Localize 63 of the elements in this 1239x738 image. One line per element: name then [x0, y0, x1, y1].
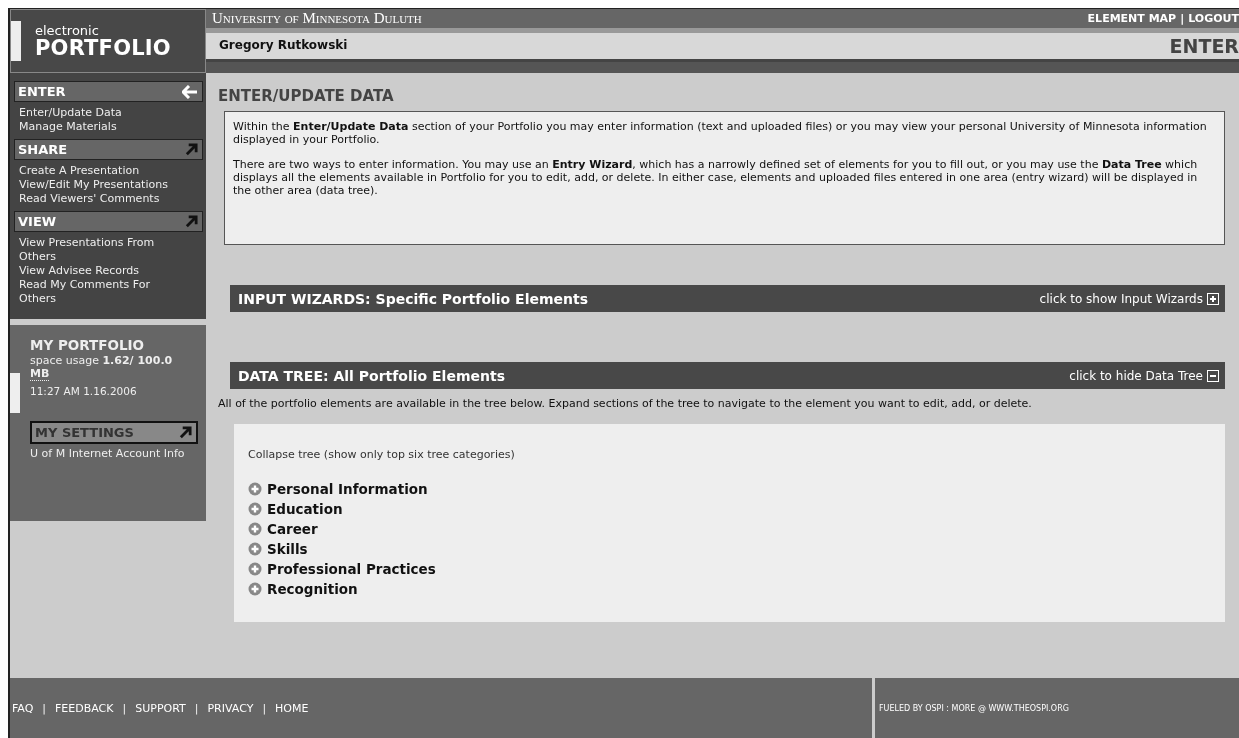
section-title: INPUT WIZARDS: Specific Portfolio Elements: [238, 290, 589, 307]
plus-circle-icon[interactable]: [248, 482, 262, 496]
menu-link[interactable]: Create A Presentation: [19, 164, 187, 178]
link-separator: |: [1180, 12, 1185, 25]
diagonal-arrow-icon: [185, 215, 198, 228]
plus-circle-icon[interactable]: [248, 522, 262, 536]
plus-circle-icon[interactable]: [248, 582, 262, 596]
tree-description: All of the portfolio elements are available in the tree below. Expand sections of the tree to navigate to the element you want to edit, add, or delete.: [218, 397, 1033, 410]
header-link[interactable]: ELEMENT MAP: [1087, 12, 1177, 25]
university-name: University of Minnesota Duluth: [212, 10, 422, 27]
intro-paragraph: There are two ways to enter information. You may use an Entry Wizard, which has a narrowly defined set of elements for you to fill out, or you may use the Data Tree which displays all the elements available in Portfolio for you to edit, add, or delete. In either case, elements and uploaded files entered in one area (entry wizard) will be displayed in the other area (data tree).: [233, 158, 1199, 197]
settings-header[interactable]: MY SETTINGS: [30, 421, 198, 444]
footer-link[interactable]: FEEDBACK: [55, 701, 114, 715]
section-title: DATA TREE: All Portfolio Elements: [238, 367, 505, 384]
logo-subtitle: electronic: [35, 23, 100, 37]
timestamp: 11:27 AM 1.16.2006: [30, 385, 138, 397]
tree-item[interactable]: Skills: [267, 541, 308, 557]
menu-link[interactable]: View Advisee Records: [19, 264, 187, 278]
menu-link[interactable]: Read Viewers' Comments: [19, 192, 187, 206]
diagonal-arrow-icon: [179, 426, 192, 439]
accent-bar: [11, 21, 21, 61]
page-title: ENTER/UPDATE DATA: [218, 87, 395, 105]
tree-item[interactable]: Professional Practices: [267, 561, 436, 577]
menu-link[interactable]: Read My Comments For Others: [19, 278, 187, 306]
menu-link[interactable]: View Presentations From Others: [19, 236, 187, 264]
menu-link[interactable]: Enter/Update Data: [19, 106, 187, 120]
logo-title: PORTFOLIO: [35, 37, 171, 59]
footer-link[interactable]: SUPPORT: [135, 701, 186, 715]
settings-link[interactable]: U of M Internet Account Info: [30, 447, 195, 461]
credit-text: FUELED BY OSPI : MORE @ WWW.THEOSPI.ORG: [879, 703, 1069, 713]
plus-circle-icon[interactable]: [248, 502, 262, 516]
toggle-link[interactable]: click to show Input Wizards: [1039, 291, 1219, 306]
link-separator: |: [42, 701, 47, 715]
tree-item[interactable]: Personal Information: [267, 481, 428, 497]
tree-item[interactable]: Recognition: [267, 581, 358, 597]
tree-item[interactable]: Education: [267, 501, 343, 517]
section-title: ENTER: [1169, 37, 1239, 56]
menu-section-header[interactable]: VIEW: [14, 211, 203, 232]
footer-link[interactable]: FAQ: [12, 701, 34, 715]
menu-link[interactable]: Manage Materials: [19, 120, 187, 134]
tree-item[interactable]: Career: [267, 521, 318, 537]
footer-link[interactable]: PRIVACY: [207, 701, 254, 715]
link-separator: |: [122, 701, 127, 715]
plus-circle-icon[interactable]: [248, 542, 262, 556]
menu-section-header[interactable]: ENTER: [14, 81, 203, 102]
link-separator: |: [194, 701, 199, 715]
link-separator: |: [262, 701, 267, 715]
footer-link[interactable]: HOME: [275, 701, 309, 715]
minus-box-icon: [1207, 369, 1219, 382]
menu-section-header[interactable]: SHARE: [14, 139, 203, 160]
diagonal-arrow-icon: [185, 143, 198, 156]
header-link[interactable]: LOGOUT: [1188, 12, 1239, 25]
user-name: Gregory Rutkowski: [219, 38, 348, 52]
plus-circle-icon[interactable]: [248, 562, 262, 576]
plus-box-icon: [1207, 292, 1219, 305]
collapse-link[interactable]: Collapse tree (show only top six tree categories): [248, 448, 515, 461]
panel-title: MY PORTFOLIO: [30, 337, 146, 353]
accent-bar: [10, 373, 20, 413]
back-arrow-icon: [182, 84, 198, 99]
space-usage: space usage 1.62/ 100.0 MB: [30, 354, 174, 380]
menu-link[interactable]: View/Edit My Presentations: [19, 178, 187, 192]
intro-paragraph: Within the Enter/Update Data section of your Portfolio you may enter information (text and uploaded files) or you may view your personal University of Minnesota information displayed in your Portfolio.: [233, 120, 1208, 146]
toggle-link[interactable]: click to hide Data Tree: [1069, 368, 1219, 383]
